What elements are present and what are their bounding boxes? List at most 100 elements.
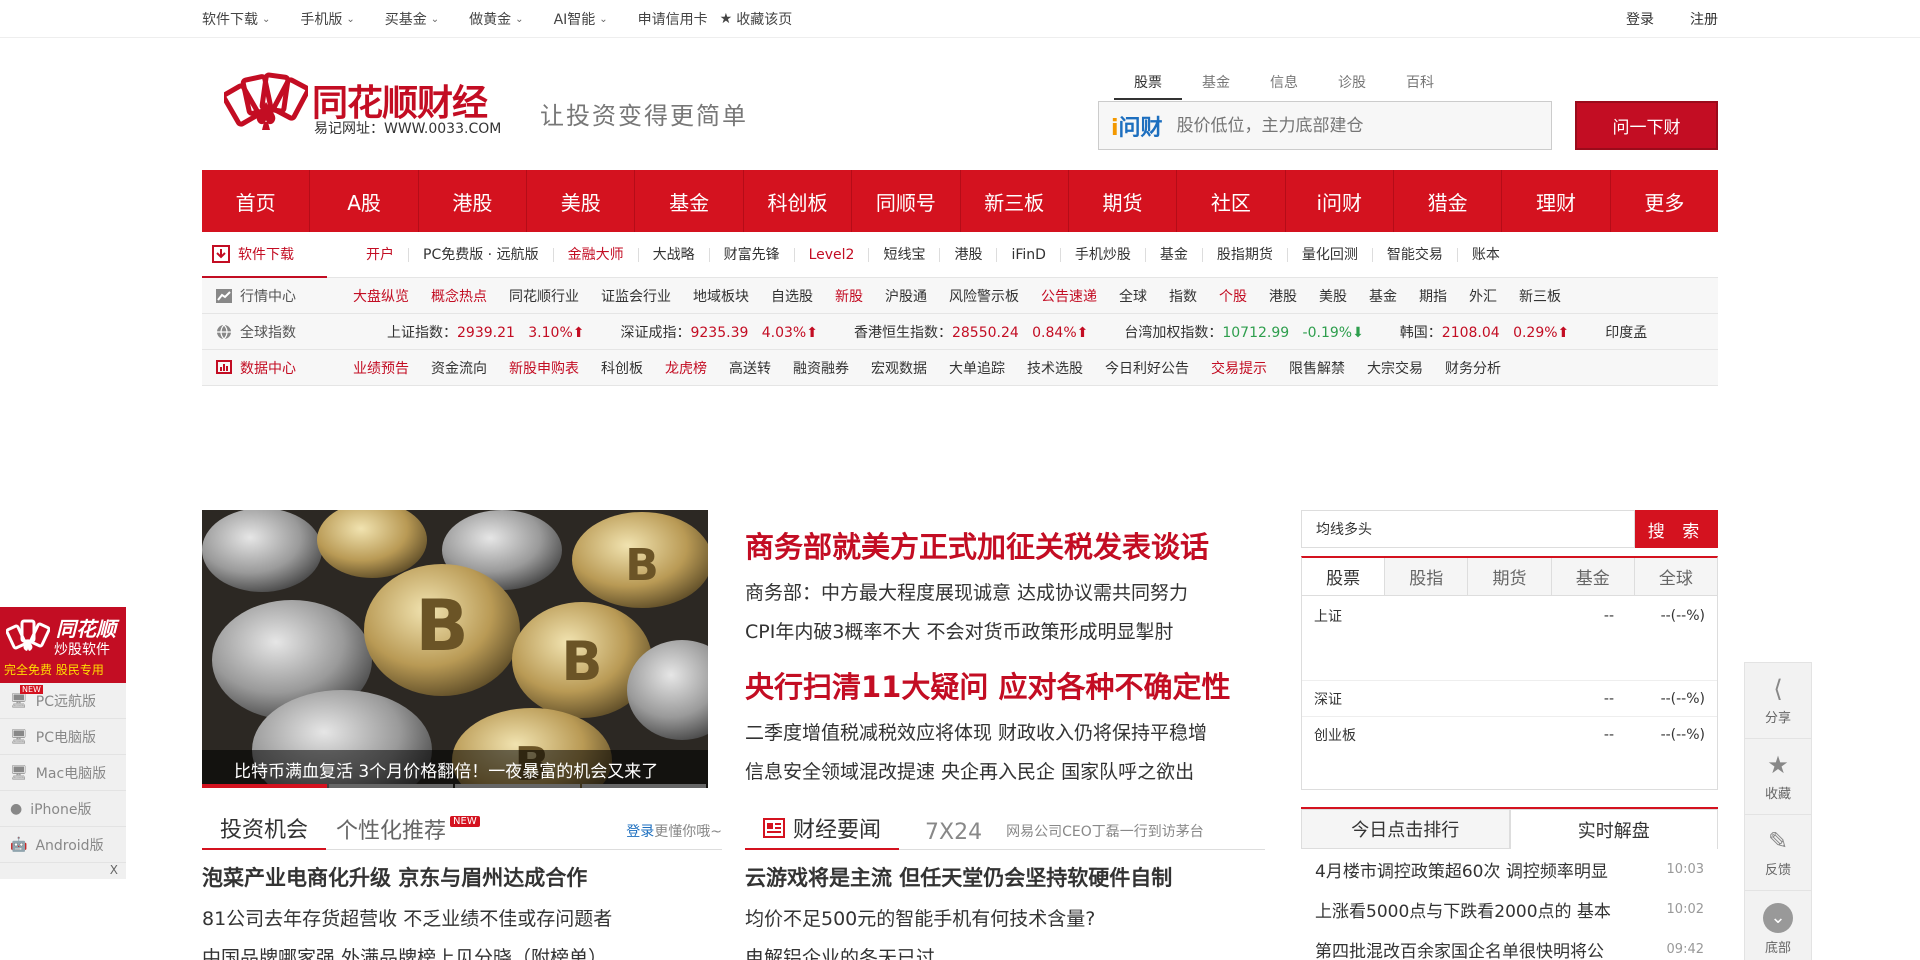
sub-nav-link[interactable]: 地域板块 <box>693 286 749 306</box>
sub-nav-link[interactable]: 手机炒股 <box>1061 247 1146 262</box>
top-menu-item[interactable]: 买基金 ⌄ <box>385 9 439 29</box>
nav-item[interactable]: 猎金 <box>1394 170 1503 232</box>
toolbar-feedback-button[interactable]: ✎ 反馈 <box>1745 815 1811 891</box>
data-label[interactable]: 数据中心 <box>202 358 327 378</box>
quote-tab[interactable]: 股指 <box>1385 558 1469 595</box>
download-item[interactable]: 🖥 NEW PC远航版 <box>0 683 126 719</box>
sub-nav-link[interactable]: 新三板 <box>1519 286 1561 306</box>
sub-nav-link[interactable]: 港股 <box>1269 286 1297 306</box>
finance-ticker[interactable]: 网易公司CEO丁磊一行到访茅台 <box>1006 821 1204 849</box>
sub-nav-link[interactable]: 今日利好公告 <box>1105 358 1189 378</box>
search-tab[interactable]: 信息 <box>1250 72 1318 100</box>
quote-search-input[interactable]: 均线多头 <box>1301 510 1635 548</box>
site-logo[interactable]: 同花顺财经 易记网址：WWW.0033.COM <box>224 68 514 148</box>
sub-nav-link[interactable]: 证监会行业 <box>601 286 671 306</box>
sub-nav-link[interactable]: 开户 <box>352 247 409 262</box>
quote-row[interactable]: 创业板 -- --(--%) <box>1302 716 1717 752</box>
sub-nav-link[interactable]: 大宗交易 <box>1367 358 1423 378</box>
toolbar-favorite-button[interactable]: ★ 收藏 <box>1745 739 1811 815</box>
nav-item[interactable]: 新三板 <box>961 170 1069 232</box>
nav-item[interactable]: A股 <box>310 170 419 232</box>
slide-dot[interactable] <box>455 784 580 788</box>
search-tab[interactable]: 基金 <box>1182 72 1250 100</box>
download-item[interactable]: 🖥 Mac电脑版 <box>0 755 126 791</box>
sub-nav-link[interactable]: 指数 <box>1169 286 1197 306</box>
headline-link[interactable]: 商务部：中方最大程度展现诚意 达成协议需共同努力 <box>745 578 1275 605</box>
sub-nav-link[interactable]: 基金 <box>1369 286 1397 306</box>
sub-nav-link[interactable]: 港股 <box>940 247 998 262</box>
download-item[interactable]: 🖥 PC电脑版 <box>0 719 126 755</box>
rank-item[interactable]: 第四批混改百余家国企名单很快明将公 09:42 <box>1301 929 1718 960</box>
top-menu-item[interactable]: 手机版 ⌄ <box>300 9 354 29</box>
credit-card-link[interactable]: 申请信用卡 <box>638 9 708 29</box>
rank-item[interactable]: 4月楼市调控政策超60次 调控频率明显 10:03 <box>1301 849 1718 889</box>
sub-nav-link[interactable]: 高送转 <box>729 358 771 378</box>
sub-nav-link[interactable]: 外汇 <box>1469 286 1497 306</box>
sub-nav-link[interactable]: 技术选股 <box>1027 358 1083 378</box>
sub-nav-link[interactable]: 大战略 <box>639 247 710 262</box>
sub-nav-link[interactable]: 新股 <box>835 286 863 306</box>
nav-item[interactable]: 更多 <box>1611 170 1718 232</box>
sub-nav-link[interactable]: 新股申购表 <box>509 358 579 378</box>
nav-item[interactable]: 基金 <box>635 170 744 232</box>
search-tab[interactable]: 诊股 <box>1318 72 1386 100</box>
sub-nav-link[interactable]: 股指期货 <box>1203 247 1288 262</box>
index-quote[interactable]: 韩国：2108.04 0.29%⬆ <box>1400 322 1569 342</box>
ad-banner[interactable]: 同花顺 炒股软件 完全免费 股民专用 <box>0 607 126 683</box>
bookmark-link[interactable]: ★ 收藏该页 <box>720 9 793 29</box>
quote-tab[interactable]: 全球 <box>1635 558 1717 595</box>
tab-finance[interactable]: 财经要闻 <box>745 812 900 850</box>
top-menu-item[interactable]: AI智能 ⌄ <box>554 9 608 29</box>
sub-nav-link[interactable]: 大盘纵览 <box>353 286 409 306</box>
sub-nav-link[interactable]: 大单追踪 <box>949 358 1005 378</box>
sub-nav-link[interactable]: 账本 <box>1458 248 1514 262</box>
sub-nav-link[interactable]: 全球 <box>1119 286 1147 306</box>
search-input[interactable] <box>1176 115 1551 136</box>
sub-nav-link[interactable]: PC免费版 · 远航版 <box>409 247 554 262</box>
quote-tab[interactable]: 期货 <box>1468 558 1552 595</box>
index-quote[interactable]: 香港恒生指数：28550.24 0.84%⬆ <box>854 322 1088 342</box>
sub-nav-link[interactable]: 风险警示板 <box>949 286 1019 306</box>
sub-nav-link[interactable]: 量化回测 <box>1288 247 1373 262</box>
sub-nav-link[interactable]: 融资融券 <box>793 358 849 378</box>
headline-link[interactable]: CPI年内破3概率不大 不会对货币政策形成明显掣肘 <box>745 617 1275 644</box>
sub-nav-link[interactable]: 沪股通 <box>885 286 927 306</box>
nav-item[interactable]: i问财 <box>1286 170 1394 232</box>
finance-link[interactable]: 均价不足500元的智能手机有何技术含量? <box>745 904 1265 931</box>
quote-search-button[interactable]: 搜 索 <box>1635 510 1718 548</box>
sub-nav-link[interactable]: Level2 <box>795 247 870 262</box>
search-tab[interactable]: 百科 <box>1386 72 1454 100</box>
nav-item[interactable]: 美股 <box>527 170 636 232</box>
finance-headline[interactable]: 云游戏将是主流 但任天堂仍会坚持软硬件自制 <box>745 862 1265 892</box>
sub-nav-link[interactable]: 财富先锋 <box>710 247 795 262</box>
quote-row[interactable]: 上证 -- --(--%) <box>1302 598 1717 634</box>
market-label[interactable]: 行情中心 <box>202 286 327 306</box>
download-item[interactable]: ● iPhone版 <box>0 791 126 827</box>
sub-nav-link[interactable]: 财务分析 <box>1445 358 1501 378</box>
slide-dot[interactable] <box>202 784 327 788</box>
nav-item[interactable]: 同顺号 <box>852 170 961 232</box>
tab-invest[interactable]: 投资机会 <box>202 812 327 850</box>
global-label[interactable]: 全球指数 <box>202 322 327 342</box>
tab-personal[interactable]: 个性化推荐 <box>336 813 446 849</box>
slide-dot[interactable] <box>328 784 453 788</box>
sub-nav-link[interactable]: 个股 <box>1219 286 1247 306</box>
nav-item[interactable]: 首页 <box>202 170 311 232</box>
toolbar-bottom-button[interactable]: ⌄ 底部 <box>1745 891 1811 960</box>
nav-item[interactable]: 理财 <box>1502 170 1611 232</box>
sub-nav-link[interactable]: 龙虎榜 <box>665 358 707 378</box>
top-menu-item[interactable]: 做黄金 ⌄ <box>469 9 523 29</box>
sub-nav-link[interactable]: 资金流向 <box>431 358 487 378</box>
headline-link[interactable]: 信息安全领域混改提速 央企再入民企 国家队呼之欲出 <box>745 757 1275 784</box>
index-quote[interactable]: 印度孟 <box>1605 322 1647 342</box>
headline-2[interactable]: 央行扫清11大疑问 应对各种不确定性 <box>745 664 1275 706</box>
sub-nav-link[interactable]: 期指 <box>1419 286 1447 306</box>
sub-nav-link[interactable]: 概念热点 <box>431 286 487 306</box>
quote-tab[interactable]: 基金 <box>1552 558 1635 595</box>
invest-login-link[interactable]: 登录 <box>626 824 654 840</box>
finance-link[interactable]: 电解铝企业的冬天已过 <box>745 943 1265 960</box>
search-tab[interactable]: 股票 <box>1114 72 1182 100</box>
hero-slider[interactable]: B B B B 比特币满血复活 3个月价格翻倍！一夜暴富的机会又来了 <box>202 510 708 788</box>
toolbar-share-button[interactable]: ⟨ 分享 <box>1745 663 1811 739</box>
nav-item[interactable]: 科创板 <box>744 170 853 232</box>
